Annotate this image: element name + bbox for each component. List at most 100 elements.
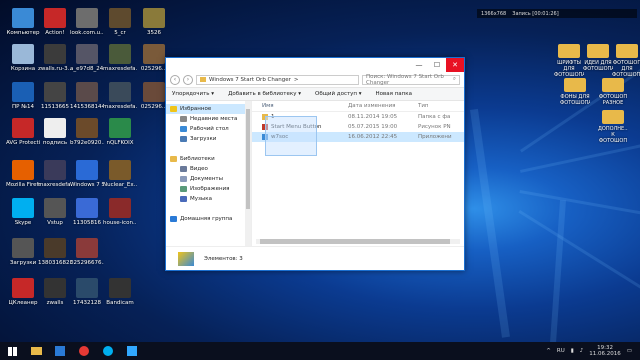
nav-item[interactable]: Домашняя группа [166, 214, 251, 224]
yandex-icon [79, 346, 89, 356]
desktop-icon[interactable]: Action! [38, 8, 72, 36]
desktop-icon[interactable]: Загрузки [6, 238, 40, 266]
nav-item[interactable]: Изображения [166, 184, 251, 194]
desktop-icon[interactable]: Nuclear_Ex... [103, 160, 137, 188]
network-icon[interactable]: ▮ [571, 348, 574, 354]
share-menu[interactable]: Общий доступ ▾ [315, 91, 362, 97]
address-bar[interactable]: Windows 7 Start Orb Changer > [196, 74, 359, 85]
desktop-icon[interactable]: b792e0920... [70, 118, 104, 146]
desktop-icon[interactable]: a_e97d8_24... [70, 44, 104, 72]
desktop-icon-image [44, 44, 66, 64]
desktop-icon[interactable]: maxresdefa... [38, 160, 72, 188]
desktop-icon[interactable]: 11305816 [70, 198, 104, 226]
path-segment[interactable]: Windows 7 Start Orb Changer [209, 77, 291, 83]
desktop-icon-label: Action! [45, 30, 65, 36]
desktop-icon-image [12, 118, 34, 138]
nav-item[interactable]: Видео [166, 164, 251, 174]
nav-scrollbar[interactable] [245, 101, 251, 246]
nav-item-icon [170, 106, 177, 112]
desktop-icon[interactable]: zwalls [38, 278, 72, 306]
skype-icon [103, 346, 113, 356]
taskbar: ^ RU ▮ ♪ 19:32 11.06.2016 ▭ [0, 342, 640, 360]
tray-arrow-icon[interactable]: ^ [546, 348, 551, 354]
desktop-folder-icon[interactable]: ШРИФТЫ ДЛЯ ФОТОШОПА [554, 44, 584, 78]
desktop-folder-icon[interactable]: ФОТОШОП ДЛЯ ФОТОШОПА [612, 44, 640, 78]
desktop-icon[interactable]: Mozilla Firefox [6, 160, 40, 188]
desktop-icon[interactable]: Windows 7 Start Orb... [70, 160, 104, 188]
desktop-folder-icon[interactable]: ФОТОШОП РАЗНОЕ [598, 78, 628, 106]
skype-taskbar[interactable] [96, 342, 120, 360]
maximize-button[interactable]: ☐ [428, 58, 446, 72]
desktop-icon-label: 1415368144... [70, 104, 104, 110]
clock[interactable]: 19:32 11.06.2016 [589, 345, 621, 357]
desktop-icon[interactable]: maxresdefa... [103, 82, 137, 110]
forward-button[interactable]: › [183, 74, 193, 85]
nav-item[interactable]: Рабочий стол [166, 124, 251, 134]
desktop-icon-label: ШРИФТЫ ДЛЯ ФОТОШОПА [554, 60, 584, 78]
add-to-library-menu[interactable]: Добавить в библиотеку ▾ [228, 91, 301, 97]
desktop-icon[interactable]: ЦКлеанер [6, 278, 40, 306]
desktop-icon-image [44, 8, 66, 28]
desktop-icon[interactable]: Skype [6, 198, 40, 226]
desktop-icon[interactable]: Компьютер [6, 8, 40, 36]
desktop-folder-icon[interactable]: ДОПОЛНЕ... К ФОТОШОП [598, 110, 628, 144]
folder-icon [616, 44, 638, 58]
desktop-icon[interactable]: 11513665 [38, 82, 72, 110]
nav-item[interactable]: Недавние места [166, 114, 251, 124]
yandex-browser-taskbar[interactable] [72, 342, 96, 360]
desktop-icon[interactable]: Bandicam [103, 278, 137, 306]
desktop-icon[interactable]: zwalls.ru-3... [38, 44, 72, 72]
desktop-icon[interactable]: AVG Protection [6, 118, 40, 146]
status-bar: Элементов: 3 [166, 246, 464, 270]
desktop-icon-image [109, 82, 131, 102]
desktop-icon[interactable]: 1380316823... [38, 238, 72, 266]
new-folder-button[interactable]: Новая папка [376, 91, 412, 97]
store-taskbar[interactable] [48, 342, 72, 360]
nav-item[interactable]: Библиотеки [166, 154, 251, 164]
desktop-icon[interactable]: nQLFKOIX [103, 118, 137, 146]
back-button[interactable]: ‹ [170, 74, 180, 85]
clock-date: 11.06.2016 [589, 351, 621, 357]
column-type[interactable]: Тип [418, 103, 464, 109]
language-indicator[interactable]: RU [557, 348, 565, 354]
desktop-icon[interactable]: 025296676... [70, 238, 104, 266]
desktop-icon-label: Компьютер [6, 30, 40, 36]
notifications-icon[interactable]: ▭ [627, 348, 632, 354]
close-button[interactable]: ✕ [446, 58, 464, 72]
column-date[interactable]: Дата изменения [344, 103, 418, 109]
nav-item[interactable]: Загрузки [166, 134, 251, 144]
nav-item[interactable]: Музыка [166, 194, 251, 204]
desktop-icon[interactable]: 17432128 [70, 278, 104, 306]
desktop-icon[interactable]: maxresdefa... [103, 44, 137, 72]
desktop-icon[interactable]: look.com.u... [70, 8, 104, 36]
desktop-icon-image [109, 278, 131, 298]
start-button[interactable] [0, 342, 24, 360]
desktop-icon[interactable]: подпись [38, 118, 72, 146]
volume-icon[interactable]: ♪ [580, 348, 584, 354]
nav-item-label: Избранное [180, 106, 212, 112]
photoshop-icon [127, 346, 137, 356]
desktop-icon[interactable]: house-icon... [103, 198, 137, 226]
desktop-icon-image [109, 44, 131, 64]
organize-menu[interactable]: Упорядочить ▾ [172, 91, 214, 97]
file-date: 08.11.2014 19:05 [348, 114, 398, 120]
horizontal-scrollbar[interactable] [256, 239, 460, 244]
desktop-icon[interactable]: ПР №14 [6, 82, 40, 110]
desktop-folder-icon[interactable]: ФОНЫ ДЛЯ ФОТОШОПА [560, 78, 590, 106]
title-bar[interactable]: — ☐ ✕ [166, 58, 464, 72]
nav-item[interactable]: Избранное [166, 104, 251, 114]
desktop-icon[interactable]: Корзина [6, 44, 40, 72]
column-name[interactable]: Имя [252, 103, 344, 109]
desktop-icon[interactable]: 5_cr [103, 8, 137, 36]
desktop-icon[interactable]: 3526 [137, 8, 171, 36]
search-input[interactable]: Поиск: Windows 7 Start Orb Changer ⌕ [362, 74, 460, 86]
nav-item[interactable]: Документы [166, 174, 251, 184]
desktop-icon[interactable]: 1415368144... [70, 82, 104, 110]
photoshop-taskbar[interactable] [120, 342, 144, 360]
explorer-window[interactable]: — ☐ ✕ ‹ › Windows 7 Start Orb Changer > … [165, 57, 465, 271]
desktop-icon[interactable]: Vstup [38, 198, 72, 226]
desktop-folder-icon[interactable]: ИДЕИ ДЛЯ ФОТОШОПА [583, 44, 613, 72]
minimize-button[interactable]: — [410, 58, 428, 72]
file-explorer-taskbar[interactable] [24, 342, 48, 360]
path-chevron-icon[interactable]: > [294, 77, 299, 83]
